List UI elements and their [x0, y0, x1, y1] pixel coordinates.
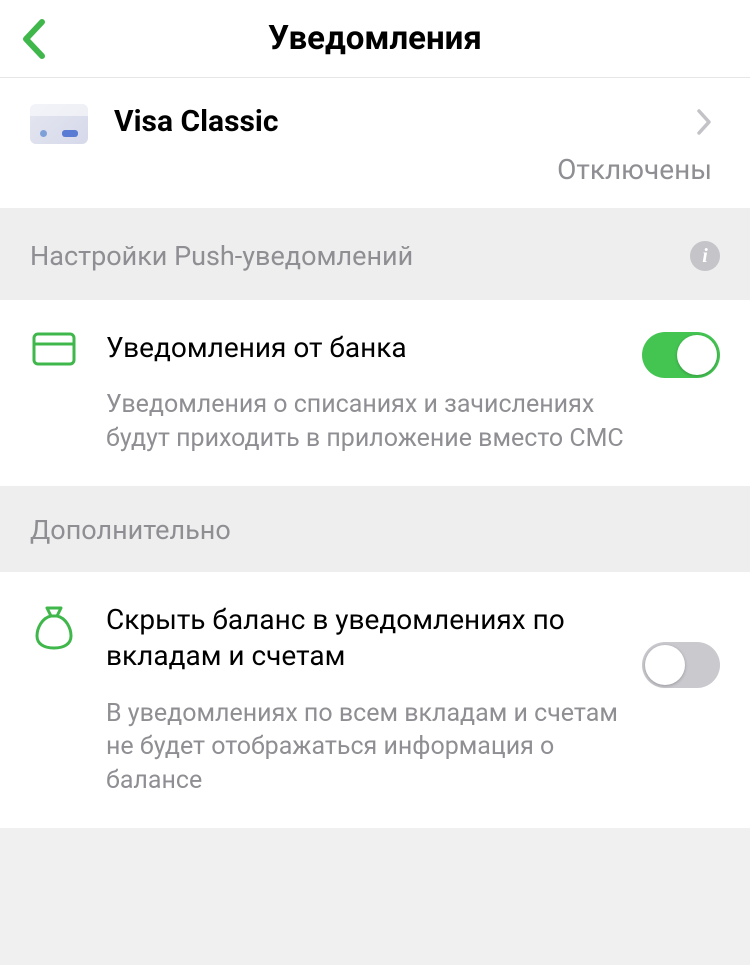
setting-bank-notifications: Уведомления от банка Уведомления о списа… — [0, 300, 750, 486]
card-name: Visa Classic — [114, 104, 696, 139]
section-push-settings: Настройки Push-уведомлений i — [0, 208, 750, 300]
setting-hide-balance: Скрыть баланс в уведомлениях по вкладам … — [0, 572, 750, 828]
info-icon[interactable]: i — [690, 241, 720, 271]
back-button[interactable] — [20, 18, 46, 60]
header-bar: Уведомления — [0, 0, 750, 78]
toggle-hide-balance[interactable] — [642, 642, 720, 688]
card-status: Отключены — [114, 153, 712, 186]
chevron-left-icon — [20, 18, 46, 60]
page-title: Уведомления — [0, 19, 750, 58]
section-additional-title: Дополнительно — [30, 514, 720, 546]
setting-bank-notifications-desc: Уведомления о списаниях и зачислениях бу… — [106, 388, 624, 456]
card-visa-classic-row[interactable]: Visa Classic Отключены — [0, 78, 750, 208]
setting-bank-notifications-title: Уведомления от банка — [106, 330, 624, 366]
setting-hide-balance-desc: В уведомлениях по всем вкладам и счетам … — [106, 697, 624, 798]
toggle-bank-notifications[interactable] — [642, 332, 720, 378]
setting-hide-balance-title: Скрыть баланс в уведомлениях по вкладам … — [106, 602, 624, 675]
card-outline-icon — [30, 332, 78, 366]
section-push-title: Настройки Push-уведомлений — [30, 240, 690, 272]
chevron-right-icon — [696, 108, 712, 136]
money-bag-icon — [30, 604, 78, 650]
card-icon — [30, 104, 88, 144]
section-additional: Дополнительно — [0, 486, 750, 572]
